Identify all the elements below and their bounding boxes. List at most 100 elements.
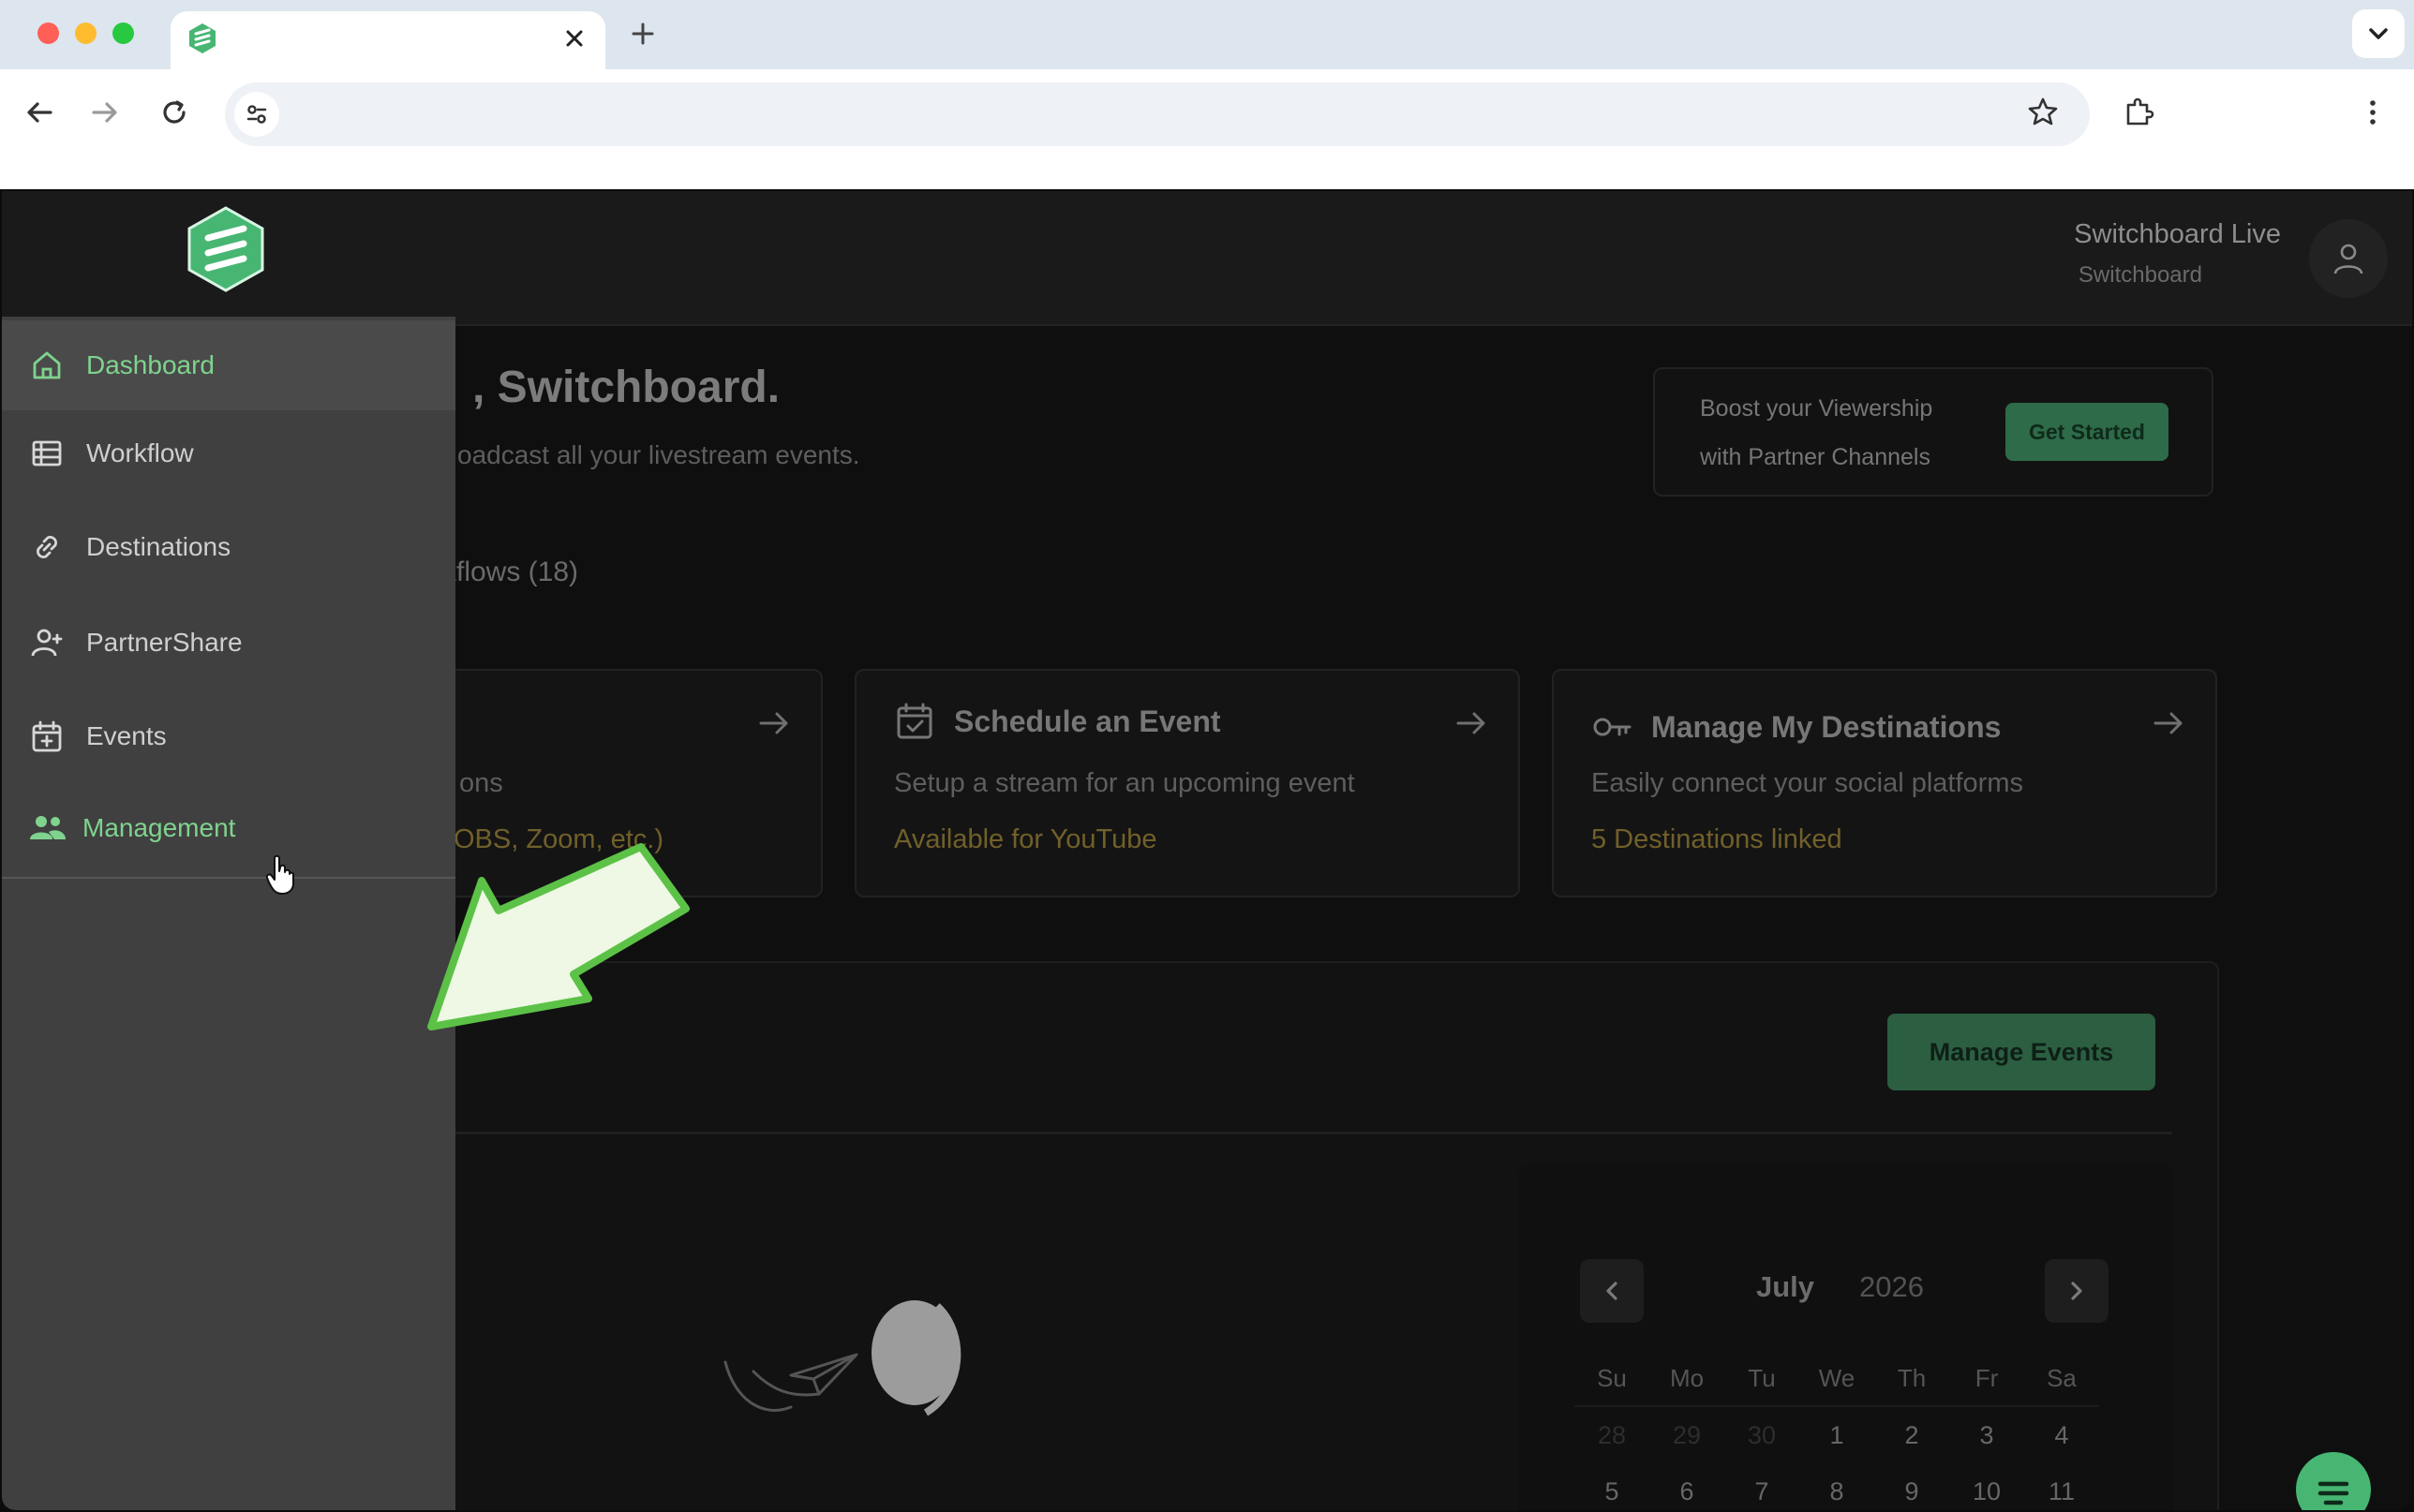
switchboard-favicon-icon — [189, 23, 216, 53]
browser-toolbar — [0, 69, 2414, 157]
upcoming-events-panel: ts Manage Events July 2026 — [283, 961, 2219, 1510]
support-chat-button[interactable] — [2296, 1452, 2371, 1510]
calendar-prev-button[interactable] — [1580, 1259, 1644, 1323]
calendar-day[interactable]: 29 — [1649, 1421, 1724, 1450]
page-title: , Switchboard. — [472, 363, 781, 412]
app-viewport: Switchboard Live Switchboard , Switchboa… — [2, 191, 2412, 1510]
calendar-day[interactable]: 1 — [1799, 1421, 1874, 1450]
get-started-button[interactable]: Get Started — [2005, 403, 2168, 461]
calendar-day[interactable]: 28 — [1574, 1421, 1649, 1450]
close-window-button[interactable] — [37, 22, 59, 44]
sidebar-item-dashboard[interactable]: Dashboard — [2, 320, 455, 410]
maximize-window-button[interactable] — [112, 22, 134, 44]
chevron-right-icon — [2071, 1282, 2082, 1300]
calendar-week-row: 5 6 7 8 9 10 11 — [1574, 1463, 2099, 1510]
new-tab-icon[interactable] — [626, 17, 660, 51]
calendar-day[interactable]: 4 — [2024, 1421, 2099, 1450]
calendar-check-icon — [897, 703, 932, 739]
card-meta: 5 Destinations linked — [1591, 824, 1842, 854]
sidebar-logo-area — [2, 191, 455, 317]
bookmark-star-icon[interactable] — [2024, 94, 2062, 131]
calendar-day[interactable]: 11 — [2024, 1477, 2099, 1506]
calendar-day[interactable]: 6 — [1649, 1477, 1724, 1506]
menu-lines-icon — [2317, 1481, 2349, 1505]
sidebar-item-label: Destinations — [86, 532, 231, 561]
calendar-day[interactable]: 8 — [1799, 1477, 1874, 1506]
site-settings-button[interactable] — [234, 92, 279, 137]
user-organization: Switchboard — [2078, 262, 2202, 288]
card-description: ons — [459, 768, 503, 798]
close-tab-icon[interactable] — [559, 22, 590, 54]
browser-window: Switchboard Live Switchboard , Switchboa… — [0, 0, 2414, 1512]
weekday-label: Sa — [2047, 1363, 2077, 1392]
calendar-day[interactable]: 7 — [1724, 1477, 1799, 1506]
calendar-weekday-row: Su Mo Tu We Th Fr Sa — [1574, 1351, 2099, 1407]
sidebar-item-workflow[interactable]: Workflow — [2, 408, 455, 498]
user-plus-icon — [31, 629, 63, 657]
key-icon — [1593, 718, 1632, 736]
link-icon — [37, 536, 57, 558]
arrow-right-icon — [759, 712, 788, 734]
calendar-day[interactable]: 10 — [1949, 1477, 2024, 1506]
toolbar-bottom-gap — [0, 157, 2414, 189]
calendar-day[interactable]: 2 — [1874, 1421, 1949, 1450]
weekday-label: Su — [1597, 1363, 1627, 1392]
calendar-week-row: 28 29 30 1 2 3 4 — [1574, 1407, 2099, 1463]
browser-tab-active[interactable] — [171, 11, 605, 69]
calendar-next-button[interactable] — [2045, 1259, 2109, 1323]
events-calendar: July 2026 Su Mo Tu We Th Fr Sa 28 29 30 … — [1518, 1164, 2174, 1510]
events-divider — [285, 1132, 2172, 1134]
sidebar-item-destinations[interactable]: Destinations — [2, 502, 455, 592]
calendar-year[interactable]: 2026 — [1859, 1270, 1924, 1304]
schedule-event-card[interactable]: Schedule an Event Setup a stream for an … — [855, 669, 1520, 897]
banner-line-2: with Partner Channels — [1700, 444, 1930, 470]
card-title: Schedule an Event — [954, 704, 1221, 738]
user-icon — [2333, 244, 2363, 274]
forward-icon[interactable] — [86, 94, 124, 131]
users-icon — [30, 816, 66, 839]
list-icon — [32, 440, 62, 467]
sidebar-nav: Dashboard Workflow Destinations PartnerS… — [2, 191, 455, 1510]
sidebar-divider — [2, 877, 455, 879]
card-description: Setup a stream for an upcoming event — [894, 768, 1355, 798]
calendar-month[interactable]: July — [1756, 1270, 1814, 1304]
minimize-window-button[interactable] — [75, 22, 97, 44]
tab-search-button[interactable] — [2352, 9, 2405, 58]
browser-menu-icon[interactable] — [2354, 94, 2392, 131]
manage-destinations-card[interactable]: Manage My Destinations Easily connect yo… — [1552, 669, 2217, 897]
arrow-right-icon — [1456, 712, 1485, 734]
calendar-plus-icon — [32, 720, 62, 752]
avatar[interactable] — [2309, 219, 2388, 298]
calendar-day[interactable]: 9 — [1874, 1477, 1949, 1506]
calendar-day[interactable]: 5 — [1574, 1477, 1649, 1506]
weekday-label: Mo — [1669, 1363, 1705, 1392]
empty-events-illustration — [723, 1300, 961, 1416]
card-title: Manage My Destinations — [1651, 710, 2002, 744]
weekday-label: Fr — [1974, 1363, 1999, 1392]
sidebar-item-label: Dashboard — [86, 350, 215, 379]
sidebar-item-events[interactable]: Events — [2, 691, 455, 781]
reload-icon[interactable] — [156, 94, 193, 131]
callout-arrow-icon — [427, 843, 690, 1030]
manage-events-button[interactable]: Manage Events — [1887, 1014, 2155, 1090]
sidebar-item-label: Events — [86, 721, 167, 750]
sidebar-item-partnershare[interactable]: PartnerShare — [2, 598, 455, 688]
sidebar-item-label: Workflow — [86, 438, 194, 467]
card-meta: Available for YouTube — [894, 824, 1157, 854]
weekday-label: We — [1818, 1363, 1855, 1392]
calendar-day[interactable]: 3 — [1949, 1421, 2024, 1450]
home-icon — [33, 351, 61, 379]
chevron-down-icon — [2369, 28, 2388, 39]
user-name: Switchboard Live — [2074, 219, 2281, 249]
calendar-grid: Su Mo Tu We Th Fr Sa 28 29 30 1 2 3 4 5 … — [1574, 1351, 2099, 1510]
address-bar[interactable] — [225, 82, 2090, 146]
calendar-day[interactable]: 30 — [1724, 1421, 1799, 1450]
sidebar-item-management[interactable]: Management — [2, 783, 455, 873]
switchboard-logo-icon[interactable] — [184, 204, 268, 294]
sidebar-item-label: PartnerShare — [86, 628, 243, 657]
partner-channels-banner: Boost your Viewership with Partner Chann… — [1653, 367, 2213, 497]
back-icon[interactable] — [21, 94, 58, 131]
arrow-right-icon — [2153, 712, 2183, 734]
extensions-icon[interactable] — [2120, 94, 2157, 131]
address-input[interactable] — [300, 96, 1987, 133]
